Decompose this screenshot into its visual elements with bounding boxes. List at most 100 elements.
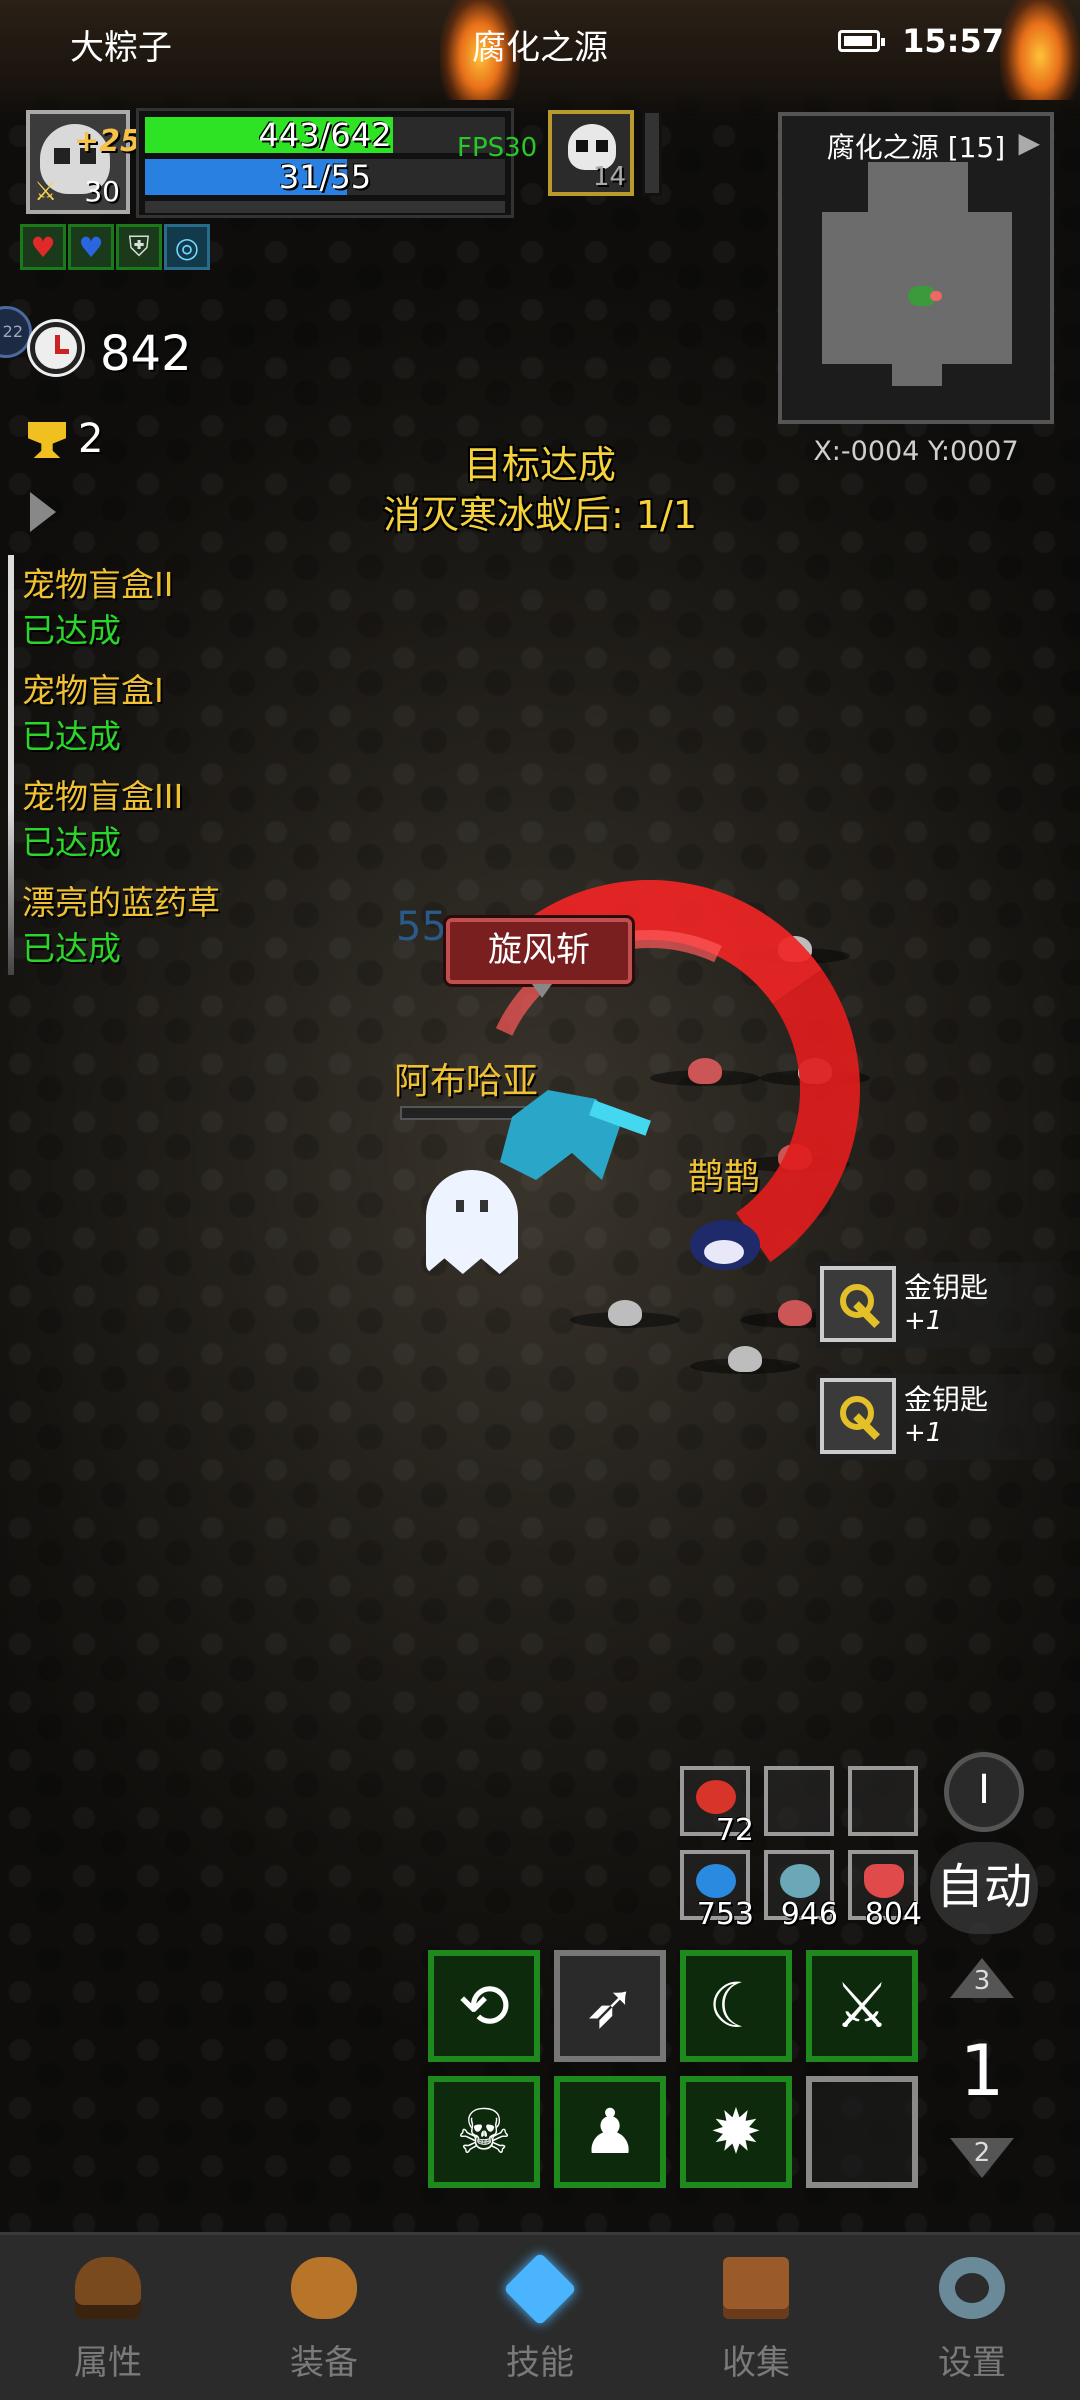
mana-buff-icon[interactable]: ♥ [68,224,114,270]
minimap-expand-icon[interactable]: ▶ [1018,126,1040,159]
nav-skills[interactable]: 技能 [432,2235,648,2400]
quick-item-slot[interactable]: 753 [680,1850,754,1932]
minimap-title: 腐化之源 [15] [826,131,1006,164]
skeleton-remains [570,1300,680,1330]
quest-list[interactable]: 宠物盲盒II 已达成 宠物盲盒I 已达成 宠物盲盒III 已达成 漂亮的蓝药草 … [22,562,220,986]
player-avatar[interactable]: +25 ⚔ 30 [26,110,141,214]
charge-icon: ➶ [584,1969,636,2042]
gear-icon [939,2257,1005,2319]
skill-name-popup: 旋风斩 [446,918,632,998]
player-stat-bars: 443/642 31/55 FPS30 [136,108,537,218]
quest-item[interactable]: 宠物盲盒I 已达成 [22,668,220,760]
warrior-icon: ⚔ [834,1969,890,2042]
water-buff-icon[interactable]: ◎ [164,224,210,270]
pet-level: 14 [592,162,626,192]
hp-text: 443/642 [258,116,392,154]
skill-page-up[interactable]: 3 [950,1958,1014,2002]
gold-key-icon [840,1396,884,1440]
skill-page-down[interactable]: 2 [950,2138,1014,2182]
game-viewport[interactable]: 大粽子 腐化之源 15:57 +25 ⚔ 30 443/642 31/55 FP… [0,0,1080,2400]
quest-status: 已达成 [22,929,121,968]
buff-list: ♥ ♥ ⛨ ◎ [20,224,210,270]
skill-slot-empty[interactable] [806,2076,918,2188]
battery-icon [838,30,885,52]
skill-slot-crescent[interactable]: ☾ [680,1950,792,2062]
nav-label: 设置 [938,2343,1006,2383]
quest-name: 宠物盲盒I [22,671,164,710]
fish-icon [780,1864,820,1898]
quick-item-slot[interactable]: 946 [764,1850,838,1932]
item-count: 804 [864,1897,922,1932]
rally-icon: ♟ [582,2095,638,2168]
player-level: 30 [84,175,120,208]
quest-name: 宠物盲盒II [22,565,174,604]
quest-status: 已达成 [22,717,121,756]
heart-buff-icon[interactable]: ♥ [20,224,66,270]
meat-icon [696,1780,736,1814]
shield-buff-icon[interactable]: ⛨ [116,224,162,270]
quest-status: 已达成 [22,823,121,862]
item-count: 72 [715,1813,754,1848]
nav-equipment[interactable]: 装备 [216,2235,432,2400]
quick-item-slot[interactable] [764,1766,834,1836]
quest-item[interactable]: 宠物盲盒III 已达成 [22,774,220,866]
helmet-icon [75,2257,141,2319]
quest-status: 已达成 [22,611,121,650]
magpie-pet[interactable] [680,1210,770,1280]
skill-slot-rally[interactable]: ♟ [554,2076,666,2188]
loot-slot [820,1266,896,1342]
skill-slot-warrior[interactable]: ⚔ [806,1950,918,2062]
page-up-number: 3 [973,1966,991,1996]
objective-banner: 目标达成 消灭寒冰蚁后: 1/1 [0,440,1080,540]
quest-item[interactable]: 漂亮的蓝药草 已达成 [22,880,220,972]
loot-name: 金钥匙 [904,1271,989,1304]
pet-portrait[interactable]: 14 [548,110,634,196]
skeleton-remains [690,1346,800,1376]
minimap-room [868,162,968,216]
xp-bar [145,201,505,213]
pet-name: 鹊鹊 [688,1157,761,1198]
crescent-icon: ☾ [708,1969,764,2042]
bag-icon [291,2257,357,2319]
mp-text: 31/55 [278,158,372,196]
quick-item-slot[interactable]: 72 [680,1766,754,1848]
nav-label: 技能 [506,2343,574,2383]
loot-toast: 金钥匙 +1 [816,1262,1080,1348]
quest-item[interactable]: 宠物盲盒II 已达成 [22,562,220,654]
skill-page-current: 1 [959,2030,1005,2112]
skill-slot-charge[interactable]: ➶ [554,1950,666,2062]
whirlwind-icon: ⟲ [458,1969,510,2042]
skill-slot-berserk[interactable]: ☠ [428,2076,540,2188]
auto-button[interactable]: 自动 [930,1842,1038,1934]
quick-item-slot[interactable] [848,1766,918,1836]
nav-label: 属性 [74,2343,142,2383]
cycle-button[interactable]: I [944,1752,1024,1832]
skill-slot-roar[interactable]: ✹ [680,2076,792,2188]
skill-slot-whirlwind[interactable]: ⟲ [428,1950,540,2062]
potion-icon [864,1864,904,1898]
objective-title: 目标达成 [463,443,616,487]
nav-settings[interactable]: 设置 [864,2235,1080,2400]
minimap[interactable]: 腐化之源 [15] ▶ [778,112,1054,424]
quest-scroll-indicator [8,555,14,975]
upgrade-bonus: +25 [74,124,141,159]
nav-collection[interactable]: 收集 [648,2235,864,2400]
hp-bar: 443/642 [145,117,505,153]
loot-name: 金钥匙 [904,1383,989,1416]
quest-name: 宠物盲盒III [22,777,184,816]
clock-icon [30,322,82,374]
turn-counter: 842 [100,326,192,382]
quick-item-slot[interactable]: 804 [848,1850,922,1932]
fps-counter: FPS30 [457,133,538,163]
item-count: 946 [780,1897,838,1932]
page-down-number: 2 [973,2138,991,2168]
damage-number: 55 [396,904,447,950]
loot-toast: 金钥匙 +1 [816,1374,1080,1460]
loot-count: +1 [904,1306,943,1336]
nav-attributes[interactable]: 属性 [0,2235,216,2400]
ghost-companion[interactable] [426,1170,518,1274]
loot-count: +1 [904,1418,943,1448]
gem-icon [503,2252,577,2326]
blue-fish-icon [696,1864,736,1898]
berserk-icon: ☠ [456,2095,512,2168]
